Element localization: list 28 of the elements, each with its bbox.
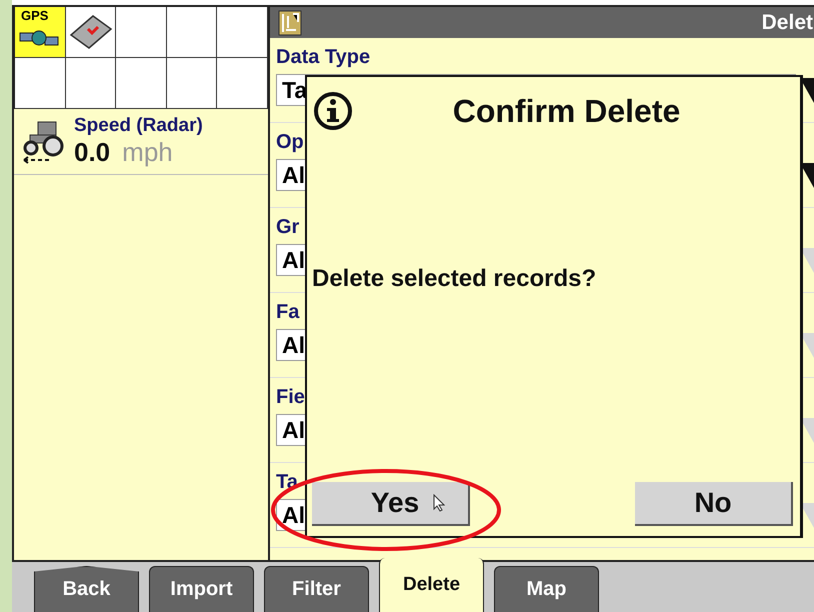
panel-title: Delet <box>762 10 813 34</box>
tab[interactable]: Import <box>149 566 254 612</box>
status-cell[interactable] <box>66 7 116 58</box>
speed-unit: mph <box>122 137 173 168</box>
back-button[interactable]: Back <box>34 566 139 612</box>
speed-value: 0.0 <box>74 137 110 168</box>
data-card-icon <box>68 13 113 51</box>
field-label: Fie <box>276 386 306 408</box>
dialog-button[interactable]: Yes <box>312 482 470 526</box>
circuit-board-icon <box>278 10 302 36</box>
tab[interactable]: Map <box>494 566 599 612</box>
mouse-cursor-icon <box>433 494 446 512</box>
tab[interactable]: Filter <box>264 566 369 612</box>
dropdown-arrow-icon[interactable] <box>800 75 814 105</box>
field-label: Op <box>276 131 305 153</box>
dialog-button[interactable]: No <box>635 482 793 526</box>
field-label: Gr <box>276 216 300 238</box>
dialog-message: Delete selected records? <box>312 265 598 293</box>
tab[interactable]: Delete <box>379 558 484 612</box>
field-label: Fa <box>276 301 300 323</box>
tractor-icon <box>22 118 66 164</box>
speed-label: Speed (Radar) <box>74 115 203 137</box>
dialog-title: Confirm Delete <box>452 92 682 130</box>
gps-status-cell[interactable]: GPS <box>15 7 66 58</box>
gps-label: GPS <box>21 8 48 23</box>
field-label: Data Type <box>276 46 372 68</box>
info-icon <box>313 91 353 131</box>
dropdown-arrow-icon[interactable] <box>800 160 814 190</box>
